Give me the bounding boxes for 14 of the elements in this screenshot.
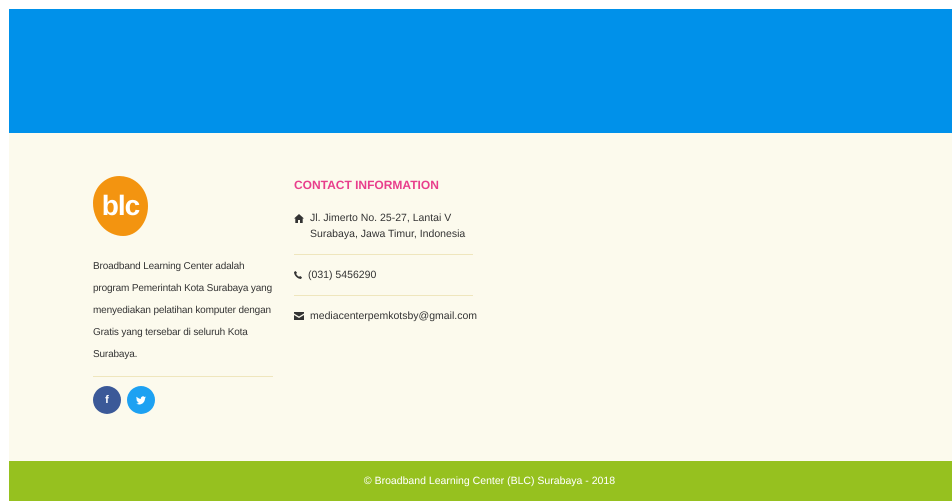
envelope-icon xyxy=(294,312,304,320)
contact-text: (031) 5456290 xyxy=(308,268,376,283)
about-text: Broadband Learning Center adalah program Pemerintah Kota Surabaya yang menyediakan pelatihan komputer dengan Gratis yang tersebar di seluruh Kota Surabaya. xyxy=(93,260,273,362)
facebook-button[interactable]: f xyxy=(93,386,121,414)
contact-text: mediacenterpemkotsby@gmail.com xyxy=(310,309,478,324)
twitter-button[interactable] xyxy=(127,386,155,414)
section-heading: CONTACT INFORMATION xyxy=(294,178,440,192)
blc-logo: blc xyxy=(93,176,148,236)
copyright-text: © Broadband Learning Center (BLC) Surabaya - 2018 xyxy=(364,475,616,487)
phone-icon xyxy=(294,271,302,279)
bird-icon xyxy=(136,396,146,404)
home-icon xyxy=(294,214,304,223)
contact-text: Surabaya, Jawa Timur, Indonesia xyxy=(310,227,466,242)
contact-text: Jl. Jimerto No. 25-27, Lantai V xyxy=(310,211,452,226)
